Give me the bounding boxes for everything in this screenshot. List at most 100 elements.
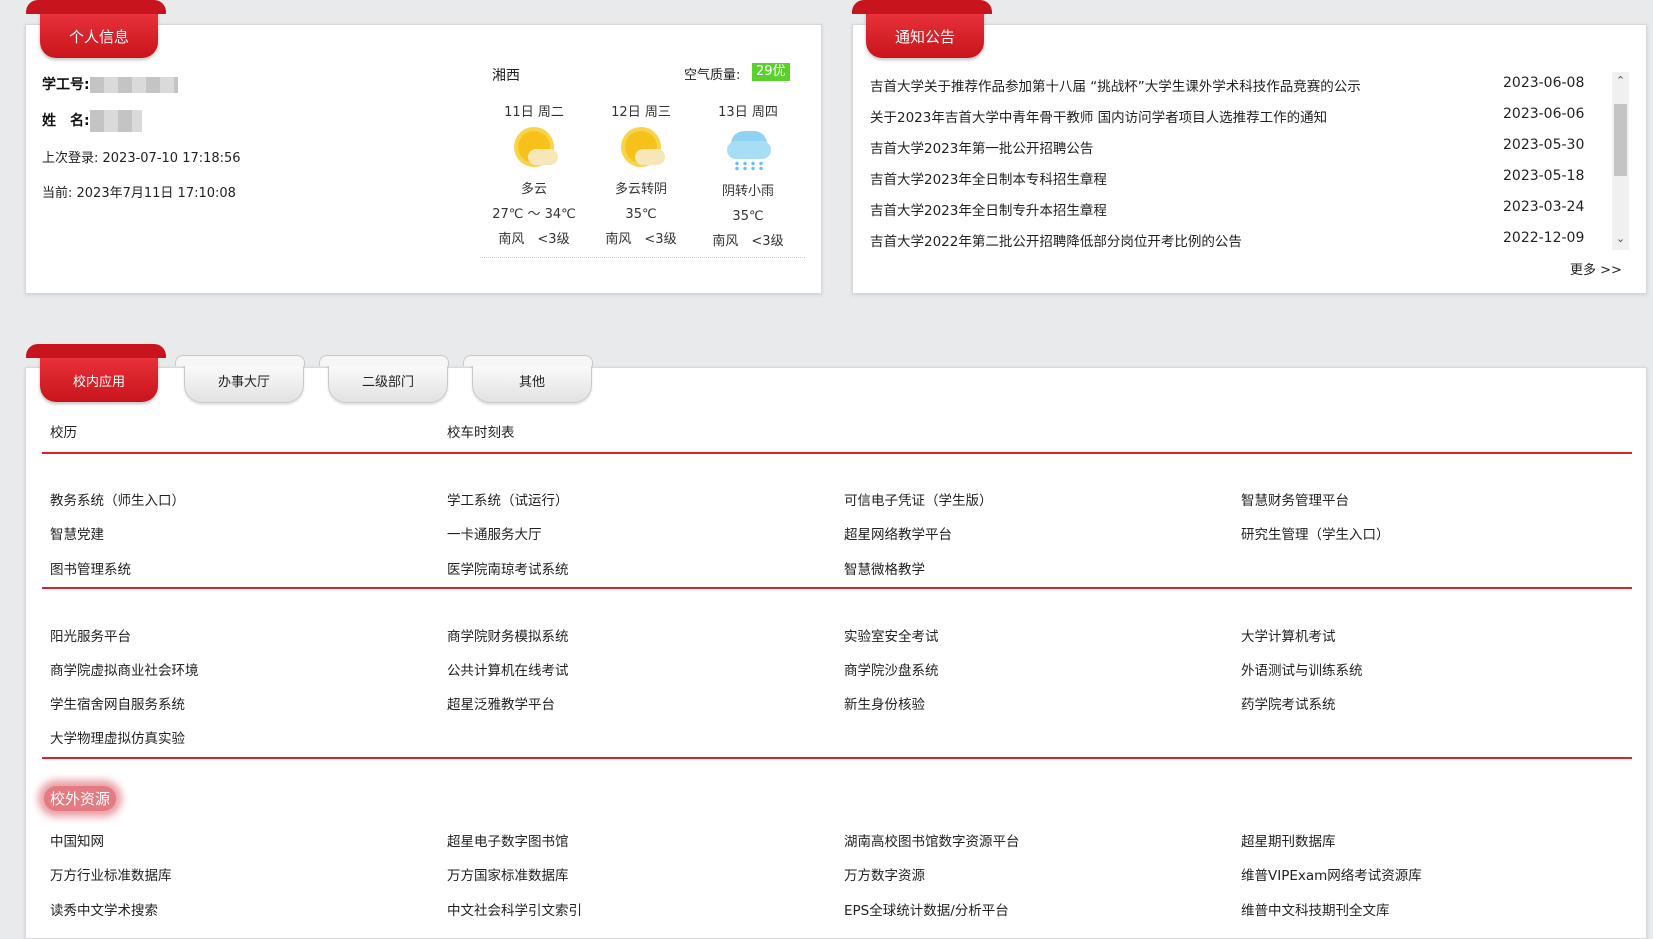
weather-day-3: 13日 周四 阴转小雨 35℃ 南风 <3级 [694, 100, 802, 254]
section-divider [42, 452, 1632, 454]
app-link[interactable]: 智慧财务管理平台 [1241, 489, 1349, 509]
resource-link[interactable]: 维普VIPExam网络考试资源库 [1241, 864, 1422, 884]
weather-divider [480, 257, 805, 258]
tab-campus-apps[interactable]: 校内应用 [26, 344, 166, 402]
current-time: 当前: 2023年7月11日 17:10:08 [42, 186, 236, 201]
name-value-redacted [89, 110, 142, 132]
tab-label[interactable]: 校内应用 [73, 371, 125, 390]
notice-date: 2023-05-30 [1503, 137, 1585, 153]
notice-title[interactable]: 吉首大学2022年第二批公开招聘降低部分岗位开考比例的公告 [870, 230, 1242, 250]
notice-date: 2023-06-06 [1503, 106, 1585, 122]
app-link[interactable]: 可信电子凭证（学生版） [844, 489, 993, 509]
notice-date: 2022-12-09 [1503, 230, 1585, 246]
app-link[interactable]: 商学院沙盘系统 [844, 659, 939, 679]
notice-item[interactable]: 吉首大学2022年第二批公开招聘降低部分岗位开考比例的公告 2022-12-09 [870, 224, 1630, 254]
section-divider [42, 757, 1632, 759]
app-link[interactable]: 图书管理系统 [50, 558, 131, 578]
resource-link[interactable]: 读秀中文学术搜索 [50, 899, 158, 919]
app-link[interactable]: 超星网络教学平台 [844, 523, 952, 543]
weather-wind: 南风 <3级 [712, 234, 784, 249]
resource-link[interactable]: 中国知网 [50, 830, 104, 850]
app-link[interactable]: 商学院财务模拟系统 [447, 625, 569, 645]
tab-service-hall[interactable]: 办事大厅 [175, 355, 305, 403]
notice-item[interactable]: 吉首大学2023年全日制本专科招生章程 2023-05-18 [870, 162, 1630, 192]
app-link[interactable]: 校车时刻表 [447, 421, 515, 441]
app-link[interactable]: 教务系统（师生入口） [50, 489, 185, 509]
notice-title[interactable]: 吉首大学2023年第一批公开招聘公告 [870, 137, 1093, 157]
resource-link[interactable]: 超星期刊数据库 [1241, 830, 1336, 850]
notice-more-link[interactable]: 更多 >> [1570, 259, 1622, 278]
student-id-row: 学工号: [42, 74, 178, 94]
notice-title[interactable]: 吉首大学2023年全日制专升本招生章程 [870, 199, 1107, 219]
app-link[interactable]: 智慧微格教学 [844, 558, 925, 578]
notice-panel-title: 通知公告 [852, 0, 992, 58]
name-row: 姓 名: [42, 110, 142, 132]
profile-panel-title: 个人信息 [26, 0, 166, 58]
notice-scrollbar[interactable]: ⌃ ⌄ [1612, 72, 1629, 250]
resource-link[interactable]: 维普中文科技期刊全文库 [1241, 899, 1390, 919]
scroll-down-icon[interactable]: ⌄ [1614, 232, 1627, 245]
name-label: 姓 名: [42, 113, 90, 129]
app-link[interactable]: 大学计算机考试 [1241, 625, 1336, 645]
weather-desc: 多云转阴 [614, 182, 667, 197]
notice-title[interactable]: 吉首大学2023年全日制本专科招生章程 [870, 168, 1107, 188]
weather-day-2: 12日 周三 多云转阴 35℃ 南风 <3级 [587, 100, 695, 252]
notice-title[interactable]: 关于2023年吉首大学中青年骨干教师 国内访问学者项目人选推荐工作的通知 [870, 106, 1327, 126]
app-link[interactable]: 药学院考试系统 [1241, 693, 1336, 713]
notice-date: 2023-05-18 [1503, 168, 1585, 184]
notice-item[interactable]: 吉首大学2023年第一批公开招聘公告 2023-05-30 [870, 131, 1630, 161]
app-link[interactable]: 超星泛雅教学平台 [447, 693, 555, 713]
resource-link[interactable]: 万方行业标准数据库 [50, 864, 172, 884]
weather-wind: 南风 <3级 [498, 232, 570, 247]
notice-title[interactable]: 吉首大学关于推荐作品参加第十八届 “挑战杯”大学生课外学术科技作品竞赛的公示 [870, 75, 1361, 95]
notice-item[interactable]: 关于2023年吉首大学中青年骨干教师 国内访问学者项目人选推荐工作的通知 2023… [870, 100, 1630, 130]
tab-label[interactable]: 其他 [519, 371, 545, 390]
student-id-value-redacted [89, 77, 178, 93]
notice-date: 2023-03-24 [1503, 199, 1585, 215]
app-link[interactable]: 公共计算机在线考试 [447, 659, 569, 679]
resource-link[interactable]: 万方数字资源 [844, 864, 925, 884]
resource-link[interactable]: 湖南高校图书馆数字资源平台 [844, 830, 1020, 850]
app-link[interactable]: 实验室安全考试 [844, 625, 939, 645]
app-link[interactable]: 新生身份核验 [844, 693, 925, 713]
resource-link[interactable]: EPS全球统计数据/分析平台 [844, 899, 1009, 919]
tab-departments[interactable]: 二级部门 [319, 355, 449, 403]
aqi-badge: 29优 [752, 63, 790, 81]
app-link[interactable]: 医学院南琼考试系统 [447, 558, 569, 578]
tab-label[interactable]: 二级部门 [362, 371, 414, 390]
tab-label[interactable]: 办事大厅 [218, 371, 270, 390]
app-link[interactable]: 一卡通服务大厅 [447, 523, 542, 543]
resource-link[interactable]: 万方国家标准数据库 [447, 864, 569, 884]
weather-city: 湘西 [492, 68, 520, 84]
app-link[interactable]: 学工系统（试运行） [447, 489, 569, 509]
app-link[interactable]: 大学物理虚拟仿真实验 [50, 727, 185, 747]
weather-date: 11日 周二 [504, 105, 564, 120]
scroll-up-icon[interactable]: ⌃ [1614, 74, 1627, 87]
app-link[interactable]: 商学院虚拟商业社会环境 [50, 659, 199, 679]
app-link[interactable]: 研究生管理（学生入口） [1241, 523, 1390, 543]
resource-link[interactable]: 超星电子数字图书馆 [447, 830, 569, 850]
weather-temp: 35℃ [732, 209, 764, 224]
last-login: 上次登录: 2023-07-10 17:18:56 [42, 151, 241, 166]
notice-item[interactable]: 吉首大学2023年全日制专升本招生章程 2023-03-24 [870, 193, 1630, 223]
weather-temp: 27℃ ～ 34℃ [492, 207, 576, 222]
app-link[interactable]: 学生宿舍网自服务系统 [50, 693, 185, 713]
app-link[interactable]: 校历 [50, 421, 77, 441]
partly-cloudy-icon [621, 129, 665, 169]
weather-date: 12日 周三 [611, 105, 671, 120]
tab-other[interactable]: 其他 [463, 355, 593, 403]
weather-wind: 南风 <3级 [605, 232, 677, 247]
section-divider [42, 587, 1632, 589]
app-link[interactable]: 阳光服务平台 [50, 625, 131, 645]
profile-title-text: 个人信息 [68, 27, 129, 46]
notice-date: 2023-06-08 [1503, 75, 1585, 91]
weather-temp: 35℃ [625, 207, 657, 222]
weather-date: 13日 周四 [718, 105, 778, 120]
app-link[interactable]: 外语测试与训练系统 [1241, 659, 1363, 679]
weather-day-1: 11日 周二 多云 27℃ ～ 34℃ 南风 <3级 [480, 100, 588, 252]
resource-link[interactable]: 中文社会科学引文索引 [447, 899, 582, 919]
app-link[interactable]: 智慧党建 [50, 523, 104, 543]
notice-item[interactable]: 吉首大学关于推荐作品参加第十八届 “挑战杯”大学生课外学术科技作品竞赛的公示 20… [870, 69, 1630, 99]
scroll-thumb[interactable] [1614, 104, 1627, 176]
weather-desc: 阴转小雨 [721, 184, 774, 199]
